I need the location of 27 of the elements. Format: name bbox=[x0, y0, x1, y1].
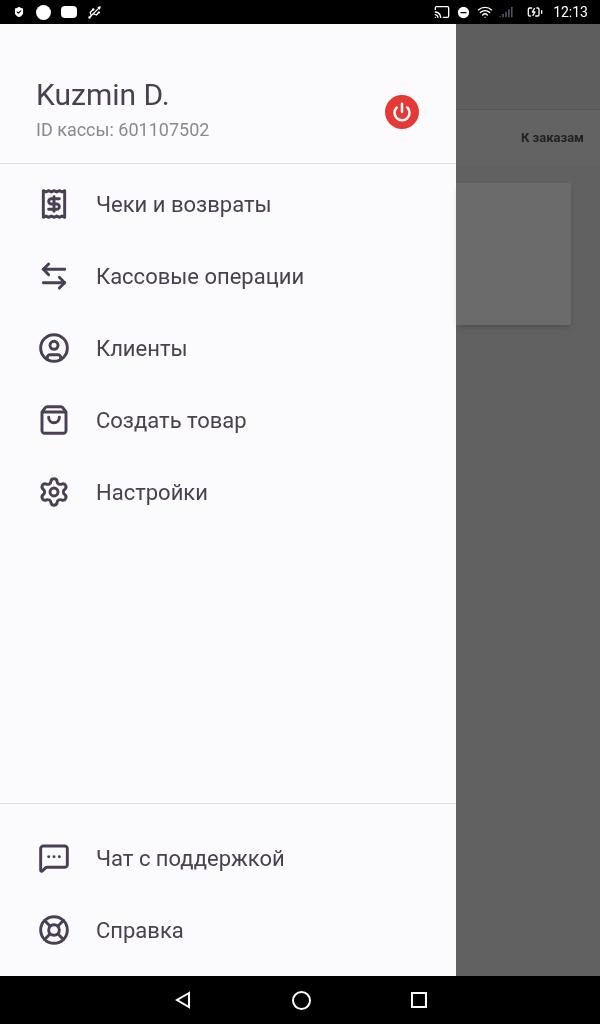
menu-item[interactable]: Настройки bbox=[0, 456, 456, 528]
bag-icon bbox=[38, 404, 70, 436]
lifebuoy-icon bbox=[38, 914, 70, 946]
back-icon[interactable] bbox=[173, 991, 192, 1009]
signal-icon bbox=[499, 5, 514, 19]
user-name: Kuzmin D. bbox=[36, 76, 171, 114]
usb-icon bbox=[87, 4, 102, 20]
shield-icon bbox=[12, 5, 26, 19]
menu-item[interactable]: Клиенты bbox=[0, 312, 456, 384]
menu-item[interactable]: Кассовые операции bbox=[0, 240, 456, 312]
power-button[interactable] bbox=[385, 95, 419, 129]
register-id: ID кассы: 601107502 bbox=[36, 118, 211, 142]
user-icon bbox=[38, 332, 70, 364]
recents-icon[interactable] bbox=[410, 992, 427, 1008]
clock: 12:13 bbox=[553, 2, 588, 22]
menu-item[interactable]: Справка bbox=[0, 894, 456, 966]
power-icon bbox=[392, 102, 412, 122]
battery-icon bbox=[527, 4, 544, 20]
menu-item[interactable]: Чат с поддержкой bbox=[0, 822, 456, 894]
home-icon[interactable] bbox=[291, 990, 311, 1010]
cast-icon bbox=[434, 4, 451, 20]
menu-item[interactable]: Создать товар bbox=[0, 384, 456, 456]
wifi-icon bbox=[477, 4, 494, 20]
chat-icon bbox=[38, 842, 70, 874]
menu-item[interactable]: Чеки и возвраты bbox=[0, 168, 456, 240]
dnd-icon bbox=[456, 4, 472, 20]
settings-icon bbox=[38, 476, 70, 508]
